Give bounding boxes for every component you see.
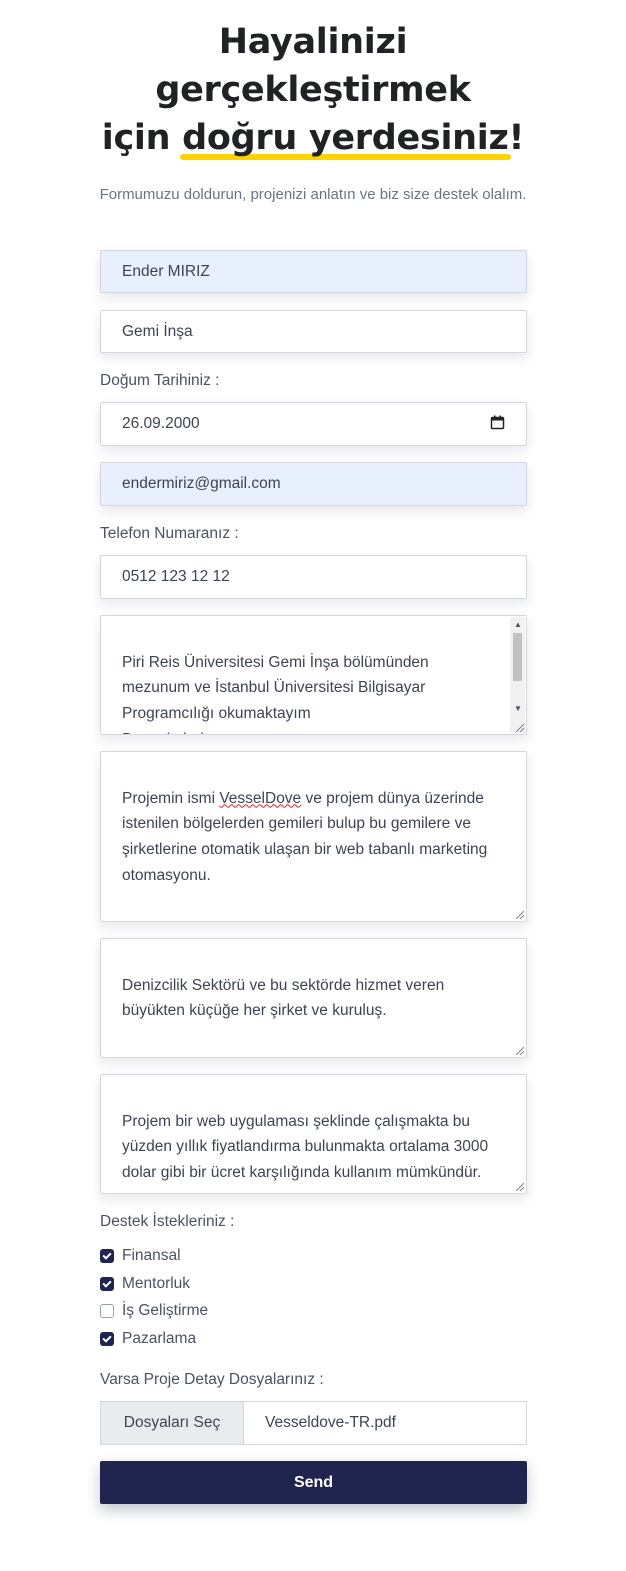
phone-value: 0512 123 12 12	[122, 568, 230, 585]
checkbox-checked[interactable]	[100, 1332, 114, 1346]
about-scrollbar[interactable]: ▲ ▼	[510, 617, 525, 733]
page-heading: Hayalinizi gerçekleştirmek için doğru ye…	[0, 18, 626, 162]
checkbox-unchecked[interactable]	[100, 1304, 114, 1318]
heading-highlight: doğru yerdesiniz	[180, 114, 511, 162]
phone-label: Telefon Numaranız :	[100, 525, 239, 542]
project-text-before: Projemin ismi	[122, 789, 220, 807]
choose-files-button[interactable]: Dosyaları Seç	[101, 1402, 244, 1444]
file-input[interactable]: Dosyaları Seç Vesseldove-TR.pdf	[100, 1401, 527, 1445]
name-value: Ender MIRIZ	[122, 262, 210, 280]
pricing-textarea[interactable]: Projem bir web uygulaması şeklinde çalış…	[100, 1074, 527, 1194]
phone-input[interactable]: 0512 123 12 12	[100, 555, 527, 599]
calendar-icon[interactable]	[490, 415, 505, 434]
name-input[interactable]: Ender MIRIZ	[100, 250, 527, 293]
support-option-mentorluk[interactable]: Mentorluk	[100, 1275, 190, 1293]
heading-line-3-suffix: !	[508, 118, 525, 158]
birthdate-value: 26.09.2000	[122, 415, 200, 432]
resize-handle-icon[interactable]	[516, 1183, 524, 1191]
page-subtitle: Formumuzu doldurun, projenizi anlatın ve…	[99, 186, 527, 203]
about-textarea[interactable]: Piri Reis Üniversitesi Gemi İnşa bölümün…	[100, 615, 527, 735]
support-option-label: Mentorluk	[122, 1275, 191, 1292]
heading-line-2: gerçekleştirmek	[155, 70, 471, 110]
support-label: Destek İstekleriniz :	[100, 1213, 235, 1230]
about-text: Piri Reis Üniversitesi Gemi İnşa bölümün…	[122, 653, 429, 734]
birthdate-input[interactable]: 26.09.2000	[100, 402, 527, 446]
project-text-name: VesselDove	[219, 789, 302, 807]
target-text: Denizcilik Sektörü ve bu sektörde hizmet…	[122, 976, 445, 1020]
department-value: Gemi İnşa	[122, 322, 193, 340]
support-option-is-gelistirme[interactable]: İş Geliştirme	[100, 1302, 208, 1320]
scrollbar-thumb[interactable]	[513, 633, 522, 681]
heading-line-1: Hayalinizi	[218, 22, 408, 62]
scroll-down-icon[interactable]: ▼	[514, 705, 522, 713]
target-textarea[interactable]: Denizcilik Sektörü ve bu sektörde hizmet…	[100, 938, 527, 1058]
checkbox-checked[interactable]	[100, 1277, 114, 1291]
support-option-label: İş Geliştirme	[122, 1302, 209, 1319]
support-option-label: Finansal	[122, 1247, 181, 1264]
support-option-label: Pazarlama	[122, 1330, 197, 1347]
email-input[interactable]: endermiriz@gmail.com	[100, 462, 527, 506]
email-value: endermiriz@gmail.com	[122, 475, 281, 492]
birthdate-label: Doğum Tarihiniz :	[100, 372, 220, 389]
pricing-text: Projem bir web uygulaması şeklinde çalış…	[122, 1112, 489, 1182]
resize-handle-icon[interactable]	[516, 1047, 524, 1055]
department-input[interactable]: Gemi İnşa	[100, 310, 527, 353]
file-name: Vesseldove-TR.pdf	[265, 1414, 396, 1431]
project-textarea[interactable]: Projemin ismi VesselDove ve projem dünya…	[100, 751, 527, 922]
scroll-up-icon[interactable]: ▲	[514, 621, 522, 629]
heading-line-3-prefix: için	[101, 118, 183, 158]
resize-handle-icon[interactable]	[516, 911, 524, 919]
checkbox-checked[interactable]	[100, 1249, 114, 1263]
support-option-pazarlama[interactable]: Pazarlama	[100, 1330, 196, 1348]
support-option-finansal[interactable]: Finansal	[100, 1247, 181, 1265]
send-button[interactable]: Send	[100, 1461, 527, 1504]
resize-handle-icon[interactable]	[516, 724, 524, 732]
file-label: Varsa Proje Detay Dosyalarınız :	[100, 1371, 324, 1388]
